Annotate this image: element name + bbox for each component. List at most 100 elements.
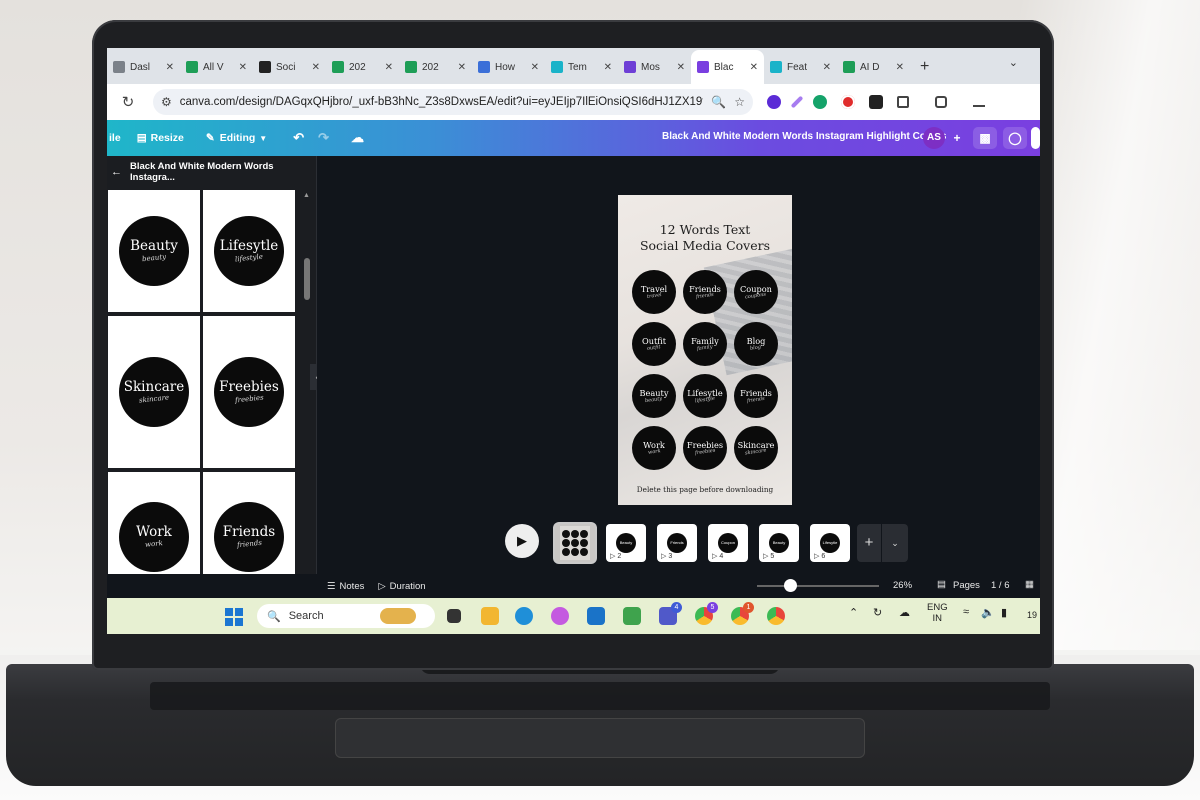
cover-circle[interactable]: Lifesytle lifestyle — [683, 374, 727, 418]
sync-icon[interactable]: ↻ — [873, 606, 882, 619]
cover-circle[interactable]: Outfit outfit — [632, 322, 676, 366]
comments-icon[interactable]: ◯ — [1003, 127, 1027, 149]
extensions-puzzle-icon[interactable] — [897, 96, 909, 108]
extension-screenshot-icon[interactable] — [935, 96, 947, 108]
close-icon[interactable]: ✕ — [896, 62, 904, 73]
close-icon[interactable]: ✕ — [750, 62, 758, 73]
page-heading[interactable]: 12 Words Text Social Media Covers — [618, 222, 792, 254]
page-thumbnail[interactable]: Coupon ▷ 4 — [708, 524, 748, 562]
page-thumbnail[interactable]: Beauty ▷ 5 — [759, 524, 799, 562]
chevron-down-icon[interactable]: ▼ — [259, 134, 267, 143]
extension-record-icon[interactable] — [841, 95, 855, 109]
task-view-icon[interactable] — [447, 609, 461, 623]
cover-circle[interactable]: Skincare skincare — [734, 426, 778, 470]
browser-tab[interactable]: Feat ✕ — [764, 52, 837, 82]
page-thumbnail[interactable]: Beauty ▷ 2 — [606, 524, 646, 562]
cover-circle[interactable]: Blog blog — [734, 322, 778, 366]
battery-icon[interactable]: ▮ — [1001, 606, 1007, 619]
pages-button[interactable]: Pages — [953, 580, 980, 591]
browser-tab[interactable]: Soci ✕ — [253, 52, 326, 82]
volume-icon[interactable]: 🔈 — [981, 606, 995, 619]
browser-tab[interactable]: 202 ✕ — [326, 52, 399, 82]
close-icon[interactable]: ✕ — [239, 62, 247, 73]
extension-pen-icon[interactable] — [790, 95, 804, 109]
share-button[interactable] — [1031, 127, 1040, 149]
cover-circle[interactable]: Family family — [683, 322, 727, 366]
template-page-card[interactable]: Lifesytle lifestyle — [203, 190, 295, 312]
extension-grammarly-icon[interactable] — [813, 95, 827, 109]
cover-circle[interactable]: Travel travel — [632, 270, 676, 314]
page-footer-note[interactable]: Delete this page before downloading — [618, 485, 792, 494]
page-thumbnail[interactable]: Lifesytle ▷ 6 — [810, 524, 850, 562]
bookmark-star-icon[interactable]: ☆ — [734, 95, 745, 109]
close-icon[interactable]: ✕ — [385, 62, 393, 73]
browser-tab[interactable]: AI D ✕ — [837, 52, 910, 82]
zoom-slider-handle[interactable] — [784, 579, 797, 592]
add-page-button[interactable]: + — [857, 524, 881, 562]
duration-button[interactable]: Duration — [390, 581, 426, 592]
close-icon[interactable]: ✕ — [166, 62, 174, 73]
template-page-card[interactable]: Beauty beauty — [108, 190, 200, 312]
page-thumbnail[interactable]: Friends ▷ 3 — [657, 524, 697, 562]
extension-shield-icon[interactable] — [767, 95, 781, 109]
file-menu[interactable]: ile — [109, 132, 121, 144]
browser-tab[interactable]: How ✕ — [472, 52, 545, 82]
resize-button[interactable]: Resize — [151, 132, 184, 144]
browser-tab[interactable]: All V ✕ — [180, 52, 253, 82]
cover-circle[interactable]: Freebies freebies — [683, 426, 727, 470]
insights-chart-icon[interactable]: ▩ — [973, 127, 997, 149]
cover-circle[interactable]: Work work — [632, 426, 676, 470]
store-icon[interactable] — [587, 607, 605, 625]
edge-icon[interactable] — [515, 607, 533, 625]
close-icon[interactable]: ✕ — [604, 62, 612, 73]
undo-icon[interactable]: ↶ — [293, 130, 304, 146]
template-page-card[interactable]: Skincare skincare — [108, 316, 200, 468]
windows-start-icon[interactable] — [225, 608, 243, 626]
design-title[interactable]: Black And White Modern Words Instagram H… — [662, 131, 946, 142]
browser-tab[interactable]: Dasl ✕ — [107, 52, 180, 82]
chevron-down-icon[interactable]: ⌄ — [882, 524, 908, 562]
browser-tab[interactable]: 202 ✕ — [399, 52, 472, 82]
zoom-level[interactable]: 26% — [893, 580, 912, 591]
browser-tab[interactable]: Tem ✕ — [545, 52, 618, 82]
add-collaborator-button[interactable]: + — [945, 127, 969, 149]
page-thumbnail-1[interactable] — [555, 524, 595, 562]
cloud-icon[interactable]: ☁ — [899, 606, 910, 619]
close-icon[interactable]: ✕ — [312, 62, 320, 73]
chevron-up-icon[interactable]: ⌃ — [849, 606, 858, 619]
cover-circle[interactable]: Coupon coupons — [734, 270, 778, 314]
wifi-icon[interactable]: ≈ — [963, 606, 969, 618]
cloud-save-icon[interactable]: ☁ — [351, 130, 364, 146]
language-indicator[interactable]: ENG IN — [927, 602, 948, 624]
notes-button[interactable]: Notes — [340, 581, 365, 592]
editing-mode-button[interactable]: Editing — [220, 132, 256, 144]
browser-tab[interactable]: Blac ✕ — [691, 50, 764, 84]
site-settings-icon[interactable]: ⚙ — [161, 95, 172, 109]
design-page[interactable]: 12 Words Text Social Media Covers Delete… — [618, 195, 792, 505]
extension-chatgpt-icon[interactable] — [869, 95, 883, 109]
taskbar-search[interactable]: 🔍 Search — [257, 604, 435, 628]
avatar[interactable]: AS — [923, 127, 945, 149]
zoom-icon[interactable]: 🔍 — [711, 95, 726, 109]
copilot-icon[interactable] — [551, 607, 569, 625]
download-icon[interactable] — [973, 97, 985, 107]
tab-search-chevron-icon[interactable]: ⌄ — [1009, 56, 1018, 69]
chrome-alt-icon[interactable] — [767, 607, 785, 625]
image-app-icon[interactable] — [623, 607, 641, 625]
cover-circle[interactable]: Friends friends — [683, 270, 727, 314]
close-icon[interactable]: ✕ — [458, 62, 466, 73]
new-tab-button[interactable]: + — [920, 58, 929, 76]
zoom-slider[interactable] — [757, 585, 879, 587]
close-icon[interactable]: ✕ — [531, 62, 539, 73]
cover-circle[interactable]: Beauty beauty — [632, 374, 676, 418]
cover-circle[interactable]: Friends friends — [734, 374, 778, 418]
scroll-up-icon[interactable]: ▲ — [303, 192, 310, 199]
pages-view-icon[interactable]: ▤ — [937, 579, 946, 590]
browser-tab[interactable]: Mos ✕ — [618, 52, 691, 82]
panel-scrollbar[interactable]: ▲ ▼ — [303, 190, 311, 598]
address-bar[interactable]: ⚙ canva.com/design/DAGqxQHjbro/_uxf-bB3h… — [153, 89, 753, 115]
clock[interactable]: 19 — [1027, 610, 1037, 620]
duration-icon[interactable]: ▷ — [378, 581, 385, 592]
reload-icon[interactable]: ↻ — [117, 93, 139, 111]
file-explorer-icon[interactable] — [481, 607, 499, 625]
